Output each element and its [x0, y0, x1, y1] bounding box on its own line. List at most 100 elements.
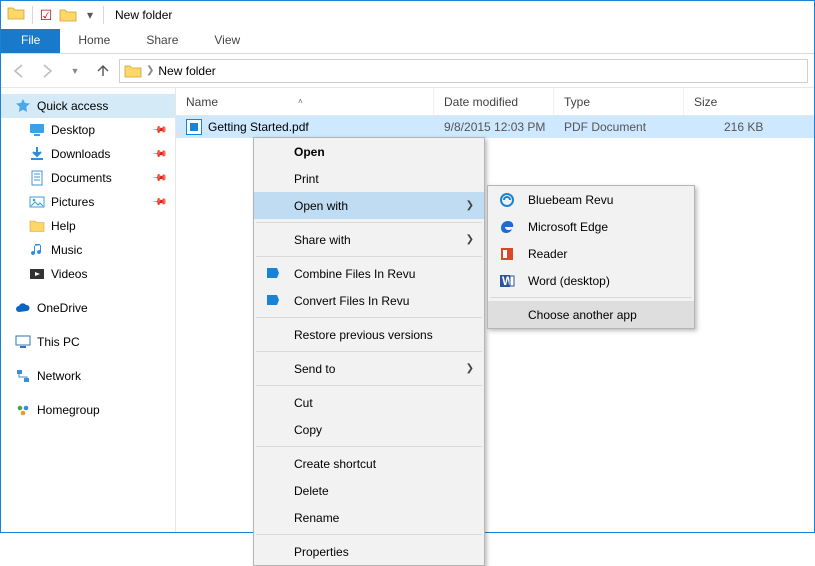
submenu-arrow-icon: ❯ [466, 363, 474, 374]
word-icon: W [498, 272, 516, 290]
separator [490, 297, 692, 298]
documents-icon [29, 170, 45, 186]
breadcrumb-folder-icon [124, 63, 142, 79]
sidebar-label: Desktop [51, 123, 95, 137]
sidebar-item-this-pc[interactable]: This PC [1, 330, 175, 354]
separator [256, 256, 482, 257]
navigation-pane: Quick access Desktop 📌 Downloads 📌 Docum… [1, 88, 176, 532]
address-bar[interactable]: ❯ New folder [119, 59, 808, 83]
sidebar-item-pictures[interactable]: Pictures 📌 [1, 190, 175, 214]
column-header-type[interactable]: Type [554, 88, 684, 115]
sidebar-label: Help [51, 219, 76, 233]
edge-icon [498, 218, 516, 236]
submenu-arrow-icon: ❯ [466, 234, 474, 245]
nav-recent-dropdown[interactable]: ▼ [63, 59, 87, 83]
sidebar-item-music[interactable]: Music [1, 238, 175, 262]
sidebar-label: OneDrive [37, 301, 88, 315]
openwith-word[interactable]: W Word (desktop) [488, 267, 694, 294]
separator [256, 446, 482, 447]
pin-icon: 📌 [150, 146, 167, 163]
onedrive-icon [15, 300, 31, 316]
nav-back-button[interactable] [7, 59, 31, 83]
reader-icon [498, 245, 516, 263]
star-icon [15, 98, 31, 114]
openwith-choose-another[interactable]: Choose another app [488, 301, 694, 328]
ctx-open-with[interactable]: Open with❯ [254, 192, 484, 219]
file-date: 9/8/2015 12:03 PM [434, 120, 554, 134]
separator [256, 317, 482, 318]
nav-up-button[interactable] [91, 59, 115, 83]
file-name: Getting Started.pdf [208, 120, 309, 134]
ctx-cut[interactable]: Cut [254, 389, 484, 416]
sidebar-label: Videos [51, 267, 87, 281]
breadcrumb-item[interactable]: New folder [158, 64, 215, 78]
sidebar-item-help[interactable]: Help [1, 214, 175, 238]
sort-indicator-icon: ˄ [298, 97, 303, 106]
ribbon-tabs: File Home Share View [1, 29, 814, 54]
tab-view[interactable]: View [196, 29, 258, 53]
tab-home[interactable]: Home [60, 29, 128, 53]
ctx-properties[interactable]: Properties [254, 538, 484, 565]
sidebar-item-documents[interactable]: Documents 📌 [1, 166, 175, 190]
chevron-right-icon[interactable]: ❯ [146, 65, 154, 76]
network-icon [15, 368, 31, 384]
ctx-open[interactable]: Open [254, 138, 484, 165]
tab-file[interactable]: File [1, 29, 60, 53]
file-type: PDF Document [554, 120, 684, 134]
ctx-combine-revu[interactable]: Combine Files In Revu [254, 260, 484, 287]
music-icon [29, 242, 45, 258]
ctx-send-to[interactable]: Send to❯ [254, 355, 484, 382]
sidebar-item-quick-access[interactable]: Quick access [1, 94, 175, 118]
sidebar-item-desktop[interactable]: Desktop 📌 [1, 118, 175, 142]
sidebar-item-downloads[interactable]: Downloads 📌 [1, 142, 175, 166]
ctx-create-shortcut[interactable]: Create shortcut [254, 450, 484, 477]
window-title: New folder [115, 8, 172, 22]
ctx-share-with[interactable]: Share with❯ [254, 226, 484, 253]
ctx-print[interactable]: Print [254, 165, 484, 192]
sidebar-label: Documents [51, 171, 112, 185]
homegroup-icon [15, 402, 31, 418]
openwith-bluebeam[interactable]: Bluebeam Revu [488, 186, 694, 213]
ctx-rename[interactable]: Rename [254, 504, 484, 531]
ctx-delete[interactable]: Delete [254, 477, 484, 504]
ctx-convert-revu[interactable]: Convert Files In Revu [254, 287, 484, 314]
separator [256, 351, 482, 352]
nav-forward-button[interactable] [35, 59, 59, 83]
separator [256, 222, 482, 223]
context-menu: Open Print Open with❯ Share with❯ Combin… [253, 137, 485, 566]
revu-icon [264, 265, 282, 283]
sidebar-label: Pictures [51, 195, 94, 209]
separator [256, 534, 482, 535]
quick-access-toolbar: ☑ ▾ [36, 5, 100, 25]
pin-icon: 📌 [150, 194, 167, 211]
ctx-copy[interactable]: Copy [254, 416, 484, 443]
file-row[interactable]: Getting Started.pdf 9/8/2015 12:03 PM PD… [176, 116, 814, 138]
qat-newfolder-icon[interactable] [58, 5, 78, 25]
qat-properties-icon[interactable]: ☑ [36, 5, 56, 25]
separator [32, 6, 33, 24]
sidebar-item-network[interactable]: Network [1, 364, 175, 388]
sidebar-item-videos[interactable]: Videos [1, 262, 175, 286]
openwith-reader[interactable]: Reader [488, 240, 694, 267]
file-size: 216 KB [684, 120, 763, 134]
sidebar-label: Downloads [51, 147, 110, 161]
openwith-edge[interactable]: Microsoft Edge [488, 213, 694, 240]
column-header-date[interactable]: Date modified [434, 88, 554, 115]
column-header-name[interactable]: Name˄ [176, 88, 434, 115]
qat-dropdown-icon[interactable]: ▾ [80, 5, 100, 25]
column-header-size[interactable]: Size [684, 88, 814, 115]
column-headers: Name˄ Date modified Type Size [176, 88, 814, 116]
this-pc-icon [15, 334, 31, 350]
videos-icon [29, 266, 45, 282]
separator [256, 385, 482, 386]
sidebar-label: Quick access [37, 99, 108, 113]
sidebar-item-homegroup[interactable]: Homegroup [1, 398, 175, 422]
app-folder-icon [7, 5, 27, 25]
help-folder-icon [29, 218, 45, 234]
bluebeam-icon [498, 191, 516, 209]
tab-share[interactable]: Share [128, 29, 196, 53]
title-bar: ☑ ▾ New folder [1, 1, 814, 29]
sidebar-item-onedrive[interactable]: OneDrive [1, 296, 175, 320]
ctx-restore-versions[interactable]: Restore previous versions [254, 321, 484, 348]
pdf-file-icon [186, 119, 202, 135]
